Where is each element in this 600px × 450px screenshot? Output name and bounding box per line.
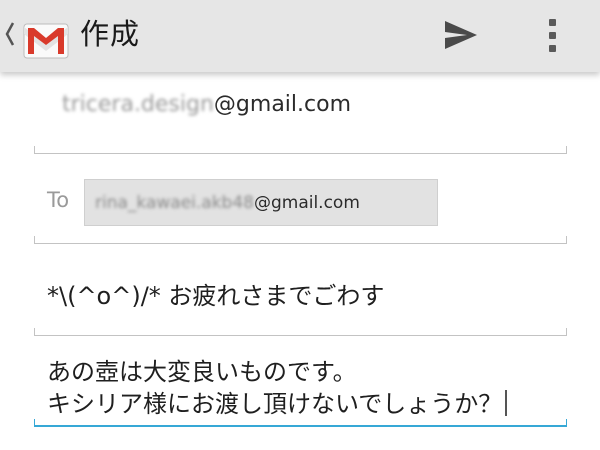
more-vert-icon-dot [549, 32, 556, 39]
recipient-local-part: rina_kawaei.akb48 [95, 193, 254, 213]
send-icon [445, 21, 477, 49]
recipient-chip[interactable]: rina_kawaei.akb48@gmail.com [84, 179, 438, 226]
from-account-local-part: tricera.design [62, 92, 214, 117]
to-label: To [47, 188, 70, 212]
gmail-logo-icon [23, 23, 69, 59]
action-bar: 作成 [0, 0, 600, 72]
recipient-domain: @gmail.com [253, 193, 360, 213]
from-field-underline [34, 146, 567, 154]
to-field[interactable]: To rina_kawaei.akb48@gmail.com [0, 160, 600, 246]
more-vert-icon-dot [549, 45, 556, 52]
send-button[interactable] [436, 14, 486, 58]
body-line-2: キシリア様にお渡し頂けないでしょうか？ [47, 388, 508, 420]
compose-body-input[interactable]: あの壺は大変良いものです。 キシリア様にお渡し頂けないでしょうか？ [47, 356, 508, 420]
text-cursor [505, 390, 508, 416]
screen-title: 作成 [80, 17, 141, 51]
from-account-domain: @gmail.com [213, 92, 352, 117]
body-line-1: あの壺は大変良いものです。 [47, 358, 357, 386]
more-vert-icon [549, 19, 556, 26]
compose-body-field[interactable]: あの壺は大変良いものです。 キシリア様にお渡し頂けないでしょうか？ [0, 340, 600, 450]
from-account-address: tricera.design@gmail.com [62, 90, 351, 120]
up-button[interactable] [0, 6, 80, 66]
subject-field-underline [34, 328, 567, 336]
chevron-left-icon [5, 22, 15, 46]
to-field-underline [34, 236, 567, 244]
subject-field[interactable]: *\(^o^)/* お疲れさまでごわす [0, 252, 600, 338]
subject-input[interactable]: *\(^o^)/* お疲れさまでごわす [47, 280, 384, 312]
overflow-menu-button[interactable] [532, 10, 572, 62]
body-field-underline-focused [34, 419, 567, 427]
body-line-2-text: キシリア様にお渡し頂けないでしょうか？ [47, 390, 503, 418]
recipient-address: rina_kawaei.akb48@gmail.com [95, 191, 360, 215]
from-account-field[interactable]: tricera.design@gmail.com [0, 80, 600, 156]
